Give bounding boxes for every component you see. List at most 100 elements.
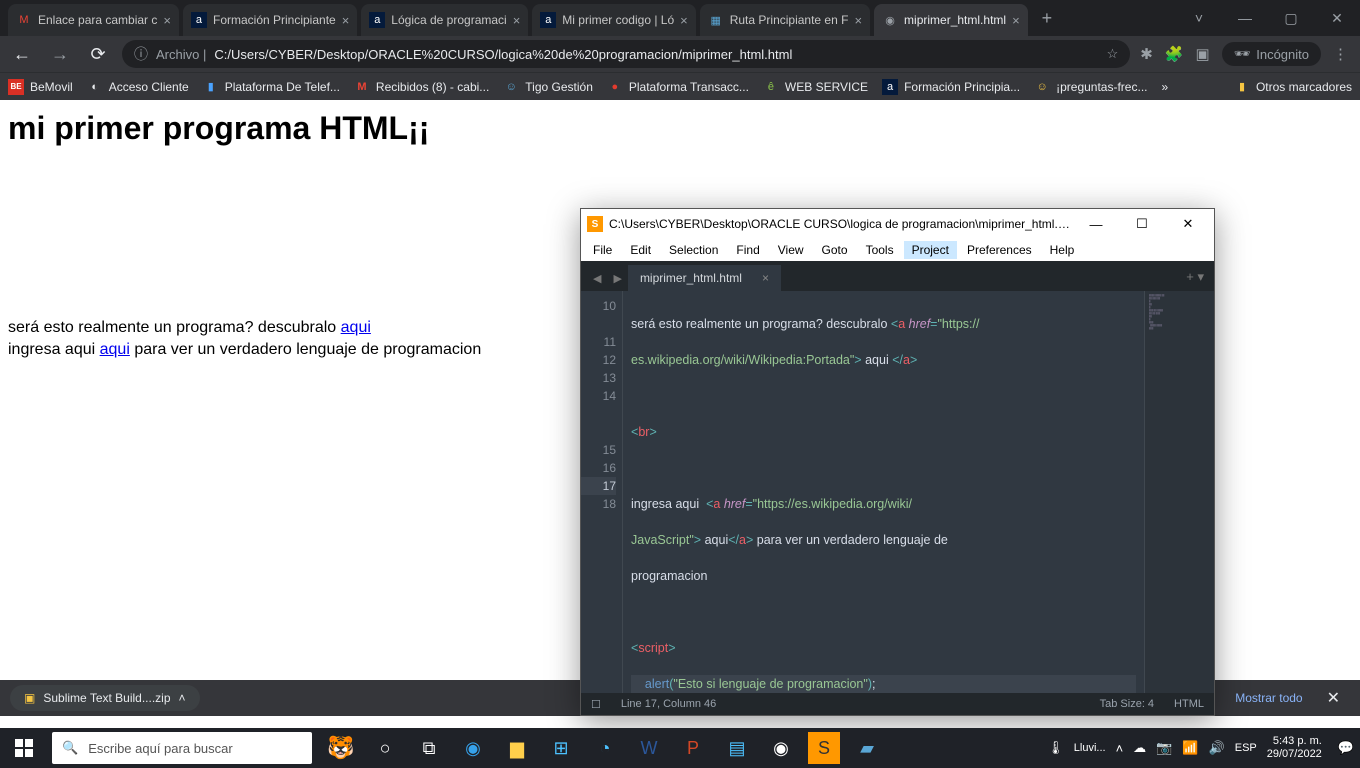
tab-4[interactable]: ▦Ruta Principiante en F× <box>700 4 870 36</box>
other-bookmarks[interactable]: ▮Otros marcadores <box>1234 79 1352 95</box>
sublime-window[interactable]: S C:\Users\CYBER\Desktop\ORACLE CURSO\lo… <box>580 208 1215 716</box>
chrome-icon[interactable]: ◉ <box>760 728 802 768</box>
link-aqui-1[interactable]: aqui <box>341 319 371 336</box>
explorer-icon[interactable]: ▆ <box>496 728 538 768</box>
menu-find[interactable]: Find <box>728 241 767 259</box>
new-tab-button[interactable]: + <box>1032 8 1063 29</box>
sublime-editor[interactable]: 101112131415161718 será esto realmente u… <box>581 291 1214 693</box>
status-tabsize[interactable]: Tab Size: 4 <box>1100 698 1154 710</box>
chevron-up-icon[interactable]: ˄ <box>179 691 186 705</box>
bookmark-preguntas[interactable]: ☺¡preguntas-frec... <box>1034 79 1147 95</box>
bookmark-plataforma[interactable]: ▮Plataforma De Telef... <box>203 79 340 95</box>
close-icon[interactable]: × <box>854 13 862 28</box>
close-icon[interactable]: × <box>513 13 521 28</box>
menu-edit[interactable]: Edit <box>622 241 659 259</box>
bookmark-tigo[interactable]: ☺Tigo Gestión <box>503 79 593 95</box>
ppt-icon[interactable]: P <box>672 728 714 768</box>
tab-1[interactable]: aFormación Principiante× <box>183 4 357 36</box>
tab-label: Lógica de programaci <box>391 13 506 27</box>
store-icon[interactable]: ⊞ <box>540 728 582 768</box>
tab-strip: MEnlace para cambiar c× aFormación Princ… <box>0 0 1062 36</box>
notifications-icon[interactable]: 💬 <box>1338 740 1354 756</box>
status-syntax[interactable]: HTML <box>1174 698 1204 710</box>
camera-icon[interactable]: 📷 <box>1156 740 1172 756</box>
bitwarden-icon[interactable]: ✱ <box>1140 45 1153 63</box>
tab-3[interactable]: aMi primer codigo | Ló× <box>532 4 695 36</box>
minimize-button[interactable]: — <box>1076 217 1116 232</box>
menu-goto[interactable]: Goto <box>814 241 856 259</box>
clock-icon[interactable]: ◔ <box>584 728 626 768</box>
calc-icon[interactable]: ▤ <box>716 728 758 768</box>
bookmark-transacc[interactable]: ●Plataforma Transacc... <box>607 79 749 95</box>
menu-preferences[interactable]: Preferences <box>959 241 1040 259</box>
taskview-icon[interactable]: ⧉ <box>408 728 450 768</box>
minimap[interactable]: ████ ████ ██ ██ ███ ██ █ ██ █ ███ ██ ███… <box>1144 291 1214 693</box>
close-icon[interactable]: × <box>163 13 171 28</box>
maximize-button[interactable]: ▢ <box>1268 0 1314 36</box>
address-bar[interactable]: ⓘ Archivo | ☆ <box>122 40 1130 68</box>
star-icon[interactable]: ☆ <box>1107 46 1119 62</box>
close-button[interactable]: ✕ <box>1314 0 1360 36</box>
tab-5[interactable]: ◉miprimer_html.html× <box>874 4 1028 36</box>
sublime-titlebar[interactable]: S C:\Users\CYBER\Desktop\ORACLE CURSO\lo… <box>581 209 1214 239</box>
extension2-icon[interactable]: ▣ <box>1196 45 1210 63</box>
cat-widget-icon[interactable]: 🐯 <box>320 728 362 768</box>
maximize-button[interactable]: ☐ <box>1122 216 1162 232</box>
taskbar-search[interactable]: 🔍 Escribe aquí para buscar <box>52 732 312 764</box>
close-icon[interactable]: × <box>680 13 688 28</box>
close-shelf-button[interactable]: ✕ <box>1317 688 1350 708</box>
close-button[interactable]: ✕ <box>1168 216 1208 232</box>
link-aqui-2[interactable]: aqui <box>100 341 130 358</box>
status-select-icon[interactable]: ☐ <box>591 698 601 711</box>
close-icon[interactable]: × <box>342 13 350 28</box>
menu-project[interactable]: Project <box>904 241 957 259</box>
bookmark-gmail[interactable]: MRecibidos (8) - cabi... <box>354 79 489 95</box>
menu-help[interactable]: Help <box>1042 241 1083 259</box>
close-icon[interactable]: × <box>762 271 769 285</box>
info-icon[interactable]: ⓘ <box>134 44 148 64</box>
thermometer-icon[interactable]: 🌡 <box>1047 740 1064 756</box>
menu-tools[interactable]: Tools <box>858 241 902 259</box>
bookmark-bemovil[interactable]: BEBeMovil <box>8 79 73 95</box>
reload-button[interactable]: ⟳ <box>84 40 112 68</box>
word-icon[interactable]: W <box>628 728 670 768</box>
sublime-add-tab[interactable]: + ▾ <box>1176 263 1214 291</box>
sublime-tab[interactable]: miprimer_html.html× <box>628 265 781 291</box>
tab-0[interactable]: MEnlace para cambiar c× <box>8 4 179 36</box>
chevron-down-icon[interactable]: ˅ <box>1176 0 1222 36</box>
menu-icon[interactable]: ⋮ <box>1333 45 1348 63</box>
tray-chevron-icon[interactable]: ˄ <box>1116 741 1124 756</box>
download-item[interactable]: ▣ Sublime Text Build....zip ˄ <box>10 685 200 711</box>
bookmark-overflow[interactable]: » <box>1161 80 1168 94</box>
status-position: Line 17, Column 46 <box>621 698 716 710</box>
volume-icon[interactable]: 🔊 <box>1209 740 1225 756</box>
menu-selection[interactable]: Selection <box>661 241 726 259</box>
sublime-task-icon[interactable]: S <box>808 732 840 764</box>
back-button[interactable]: ← <box>8 40 36 68</box>
edge-icon[interactable]: ◉ <box>452 728 494 768</box>
show-all-downloads[interactable]: Mostrar todo <box>1221 691 1316 705</box>
tab-2[interactable]: aLógica de programaci× <box>361 4 528 36</box>
bookmark-acceso[interactable]: ◐Acceso Cliente <box>87 79 189 95</box>
weather-text[interactable]: Lluvi... <box>1074 742 1106 754</box>
extensions-icon[interactable]: 🧩 <box>1165 45 1184 63</box>
url-input[interactable] <box>214 47 1098 62</box>
app-icon[interactable]: ▰ <box>846 728 888 768</box>
close-icon[interactable]: × <box>1012 13 1020 28</box>
forward-button[interactable]: → <box>46 40 74 68</box>
tab-nav-fwd[interactable]: ▶ <box>607 272 627 291</box>
wifi-icon[interactable]: 📶 <box>1182 740 1198 756</box>
code-area[interactable]: será esto realmente un programa? descubr… <box>623 291 1144 693</box>
tab-nav-back[interactable]: ◀ <box>587 272 607 291</box>
menu-view[interactable]: View <box>770 241 812 259</box>
incognito-badge[interactable]: 🕶 Incógnito <box>1222 42 1321 66</box>
lang-indicator[interactable]: ESP <box>1235 742 1257 754</box>
minimize-button[interactable]: — <box>1222 0 1268 36</box>
start-button[interactable] <box>0 728 48 768</box>
tray-clock[interactable]: 5:43 p. m. 29/07/2022 <box>1267 735 1328 761</box>
menu-file[interactable]: File <box>585 241 620 259</box>
onedrive-icon[interactable]: ☁ <box>1133 740 1146 756</box>
bookmark-formacion[interactable]: aFormación Principia... <box>882 79 1020 95</box>
bookmark-webservice[interactable]: êWEB SERVICE <box>763 79 868 95</box>
cortana-icon[interactable]: ○ <box>364 728 406 768</box>
